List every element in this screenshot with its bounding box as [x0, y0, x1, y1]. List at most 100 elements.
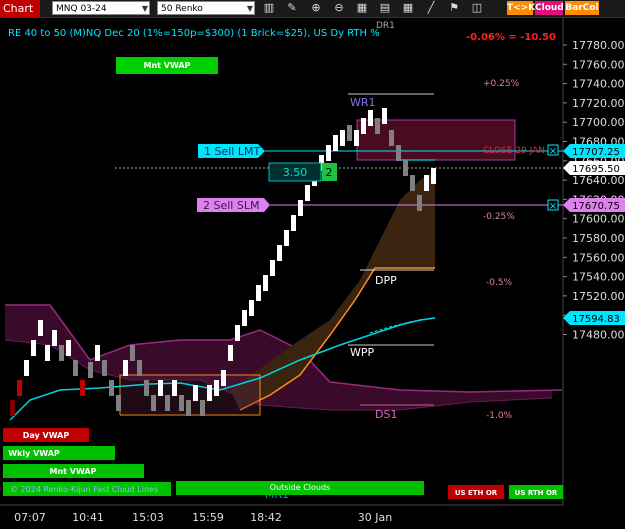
tk-button[interactable]: T<>K [507, 1, 535, 15]
renko-brick [382, 108, 387, 124]
instrument-value: MNQ 03-24 [56, 4, 107, 14]
renko-brick [403, 160, 408, 176]
sell-slm-order[interactable]: 2 Sell SLM [197, 198, 270, 212]
renko-brick [200, 400, 205, 416]
svg-text:17695.50: 17695.50 [572, 164, 620, 175]
chart-canvas[interactable]: 17780.00 17760.00 17740.00 17720.00 17700.00… [0, 17, 625, 529]
pct-minus-1: -1.0% [486, 411, 513, 421]
renko-brick [424, 175, 429, 191]
renko-brick [66, 340, 71, 356]
renko-brick [95, 345, 100, 361]
zoom-in-icon[interactable]: ⊕ [309, 1, 323, 15]
renko-brick [151, 395, 156, 411]
sell-slm-text: 2 Sell SLM [203, 199, 259, 212]
sell-slm-close-icon[interactable]: × [547, 199, 559, 212]
time-tick-label: 07:07 [14, 511, 46, 524]
renko-brick [102, 360, 107, 376]
renko-brick [193, 385, 198, 401]
pct-minus-05: -0.5% [486, 278, 513, 288]
renko-brick [88, 362, 93, 378]
bar-type-select[interactable]: 50 Renko ▼ [157, 1, 255, 15]
svg-text:17594.83: 17594.83 [572, 314, 620, 325]
renko-brick [73, 360, 78, 376]
renko-brick [263, 275, 268, 291]
renko-brick [249, 300, 254, 316]
sell-lmt-close-icon[interactable]: × [547, 144, 559, 157]
svg-text:×: × [549, 201, 557, 212]
cloud-button[interactable]: Cloud [535, 1, 564, 15]
time-tick-label: 30 Jan [358, 511, 392, 524]
position-box[interactable]: 3.50 2 [268, 162, 337, 182]
renko-brick [410, 175, 415, 191]
svg-text:×: × [549, 146, 557, 157]
chart-tab[interactable]: Chart [0, 0, 40, 17]
price-tick-label: 17580.00 [572, 232, 625, 245]
time-tick-label: 18:42 [250, 511, 282, 524]
renko-brick [31, 340, 36, 356]
renko-brick [45, 345, 50, 361]
renko-brick [214, 380, 219, 396]
vwap-price-marker: 17594.83 [563, 311, 625, 325]
renko-brick [333, 135, 338, 151]
renko-brick [361, 118, 366, 134]
renko-brick [221, 370, 226, 386]
renko-brick [291, 215, 296, 231]
renko-brick [59, 345, 64, 361]
us-eth-or-text: US ETH OR [455, 489, 498, 497]
price-tick-label: 17760.00 [572, 58, 625, 71]
price-tick-label: 17600.00 [572, 213, 625, 226]
barcol-button[interactable]: BarCol [565, 1, 599, 15]
change-readout: -0.06% = -10.50 [466, 32, 556, 43]
ds1-label: DS1 [375, 408, 397, 421]
bar-style-icon[interactable]: ▥ [262, 1, 276, 15]
renko-brick [17, 380, 22, 396]
trade-icon[interactable]: ⚑ [447, 1, 461, 15]
price-tick-label: 17480.00 [572, 329, 625, 342]
zoom-out-icon[interactable]: ⊖ [332, 1, 346, 15]
renko-brick [340, 130, 345, 146]
line-draw-icon[interactable]: ╱ [424, 1, 438, 15]
renko-brick [116, 395, 121, 411]
renko-brick [158, 380, 163, 396]
pct-minus-025: -0.25% [483, 212, 515, 222]
draw-pencil-icon[interactable]: ✎ [285, 1, 299, 15]
bar-type-value: 50 Renko [161, 4, 203, 14]
renko-brick [396, 145, 401, 161]
renko-brick [326, 145, 331, 161]
renko-brick [389, 130, 394, 146]
wr1-label: WR1 [350, 96, 376, 109]
price-tick-label: 17520.00 [572, 290, 625, 303]
renko-brick [165, 395, 170, 411]
renko-brick [172, 380, 177, 396]
time-tick-label: 15:59 [192, 511, 224, 524]
renko-brick [123, 360, 128, 376]
mnt-vwap-top-text: Mnt VWAP [144, 61, 191, 70]
renko-brick [347, 125, 352, 141]
more-tools-icon[interactable]: ◫ [470, 1, 484, 15]
sell-lmt-order[interactable]: 1 Sell LMT [198, 144, 265, 158]
renko-brick [137, 360, 142, 376]
svg-text:17707.25: 17707.25 [572, 147, 620, 158]
grid-icon[interactable]: ▦ [401, 1, 415, 15]
time-axis: 07:07 10:41 15:03 15:59 18:42 30 Jan [14, 511, 392, 524]
sell-lmt-text: 1 Sell LMT [204, 145, 260, 158]
renko-brick [270, 260, 275, 276]
chevron-down-icon: ▼ [141, 4, 148, 13]
sell-lmt-price-marker: 17707.25 [563, 144, 625, 158]
price-tick-label: 17720.00 [572, 97, 625, 110]
chart-title: RE 40 to 50 (M)NQ Dec 20 (1%=150p=$300) … [8, 28, 380, 39]
price-tick-label: 17560.00 [572, 251, 625, 264]
time-tick-label: 10:41 [72, 511, 104, 524]
sell-slm-price-marker: 17670.75 [563, 198, 625, 212]
time-tick-label: 15:03 [132, 511, 164, 524]
renko-brick [24, 360, 29, 376]
chevron-down-icon: ▼ [246, 4, 253, 13]
pct-plus-025: +0.25% [483, 79, 520, 89]
renko-brick [256, 285, 261, 301]
pnl-value: 3.50 [283, 166, 308, 179]
properties-icon[interactable]: ▦ [355, 1, 369, 15]
dpp-label: DPP [375, 274, 397, 287]
renko-brick [52, 330, 57, 346]
data-box-icon[interactable]: ▤ [378, 1, 392, 15]
instrument-select[interactable]: MNQ 03-24 ▼ [52, 1, 150, 15]
